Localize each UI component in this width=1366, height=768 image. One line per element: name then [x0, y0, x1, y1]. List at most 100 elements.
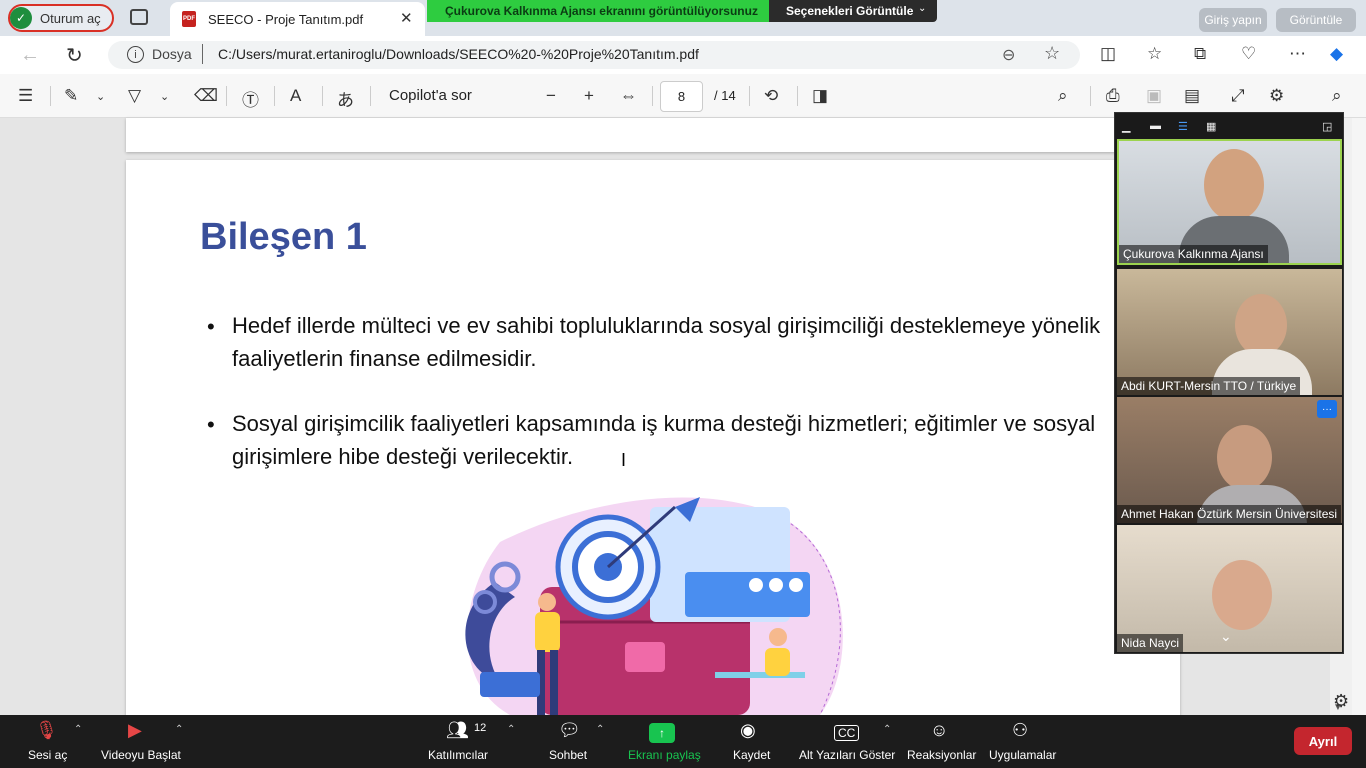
exit-panel-icon[interactable]: ◲: [1322, 120, 1332, 133]
print-icon[interactable]: ⎙: [1106, 86, 1120, 106]
bullet-marker: •: [207, 412, 215, 437]
copilot-icon[interactable]: ◆: [1330, 44, 1343, 64]
page-view-icon[interactable]: ◨: [812, 86, 828, 106]
leave-button[interactable]: Ayrıl: [1294, 727, 1352, 755]
more-options-icon[interactable]: ···: [1317, 400, 1337, 418]
start-video-button[interactable]: Videoyu Başlat: [101, 748, 181, 762]
fit-width-icon[interactable]: ⇔: [620, 86, 637, 106]
participants-button[interactable]: Katılımcılar: [428, 748, 488, 762]
save-icon[interactable]: ▣: [1146, 86, 1162, 106]
collections-icon[interactable]: ⧉: [1194, 44, 1206, 64]
unmute-button[interactable]: Sesi aç: [28, 748, 67, 762]
reload-icon[interactable]: ↻: [66, 43, 83, 68]
chat-icon[interactable]: 💬︎: [558, 720, 581, 741]
bullet-text-1: Hedef illerde mülteci ve ev sahibi toplu…: [232, 313, 1101, 371]
desk: [715, 672, 805, 678]
back-arrow-icon[interactable]: ←: [20, 44, 40, 67]
minimize-icon[interactable]: ▁: [1122, 120, 1130, 133]
divider: [652, 86, 653, 106]
highlight-icon[interactable]: ✎: [64, 86, 78, 106]
thumbnail-icon[interactable]: ▬: [1150, 120, 1161, 132]
dashboard-dot: [749, 578, 763, 592]
divider: [322, 86, 323, 106]
info-icon[interactable]: i: [127, 46, 144, 63]
dashboard-dot: [769, 578, 783, 592]
close-tab-icon[interactable]: ✕: [400, 9, 413, 27]
video-off-icon[interactable]: ▶: [128, 720, 142, 741]
zoom-out-icon[interactable]: −: [546, 86, 556, 106]
person-body: [535, 612, 560, 652]
gallery-view-icon[interactable]: ▦: [1206, 120, 1216, 133]
tab-pdf[interactable]: SEECO - Proje Tanıtım.pdf: [170, 2, 425, 36]
tab-actions-icon[interactable]: [130, 9, 148, 25]
search-icon[interactable]: ⌕: [1058, 86, 1068, 106]
favorite-star-icon[interactable]: ☆: [1044, 43, 1060, 64]
save-as-icon[interactable]: ▤: [1184, 86, 1200, 106]
protocol-label: Dosya: [152, 46, 192, 62]
participants-icon[interactable]: 👥︎: [446, 720, 469, 741]
page-total: / 14: [714, 88, 736, 103]
chevron-down-icon[interactable]: ⌄: [160, 90, 169, 103]
apps-button[interactable]: Uygulamalar: [989, 748, 1056, 762]
apps-icon[interactable]: ⚇: [1012, 720, 1028, 741]
participant-face: [1204, 149, 1264, 221]
split-screen-icon[interactable]: ◫: [1100, 44, 1116, 64]
chevron-up-icon[interactable]: ⌃: [74, 724, 82, 735]
shield-icon[interactable]: ✓: [10, 7, 32, 29]
search-icon[interactable]: ⌕: [1332, 86, 1342, 106]
captions-icon[interactable]: CC: [834, 725, 860, 741]
ask-copilot-button[interactable]: Copilot'a sor: [389, 87, 472, 104]
chevron-up-icon[interactable]: ⌃: [175, 724, 183, 735]
gear-icon[interactable]: ⚙: [1333, 691, 1349, 712]
divider: [370, 86, 371, 106]
divider: [797, 86, 798, 106]
participant-video[interactable]: Abdi KURT-Mersin TTO / Türkiye: [1117, 269, 1342, 395]
settings-icon[interactable]: ⚙: [1269, 86, 1284, 106]
read-aloud-icon[interactable]: A: [290, 86, 301, 106]
translate-icon[interactable]: あ: [337, 86, 354, 111]
more-menu-icon[interactable]: ⋯: [1289, 44, 1306, 64]
url-text[interactable]: C:/Users/murat.ertaniroglu/Downloads/SEE…: [218, 46, 699, 62]
chevron-down-icon[interactable]: ⌄: [918, 3, 926, 14]
chat-button[interactable]: Sohbet: [549, 748, 587, 762]
draw-icon[interactable]: ▽: [128, 86, 141, 106]
browser-essentials-icon[interactable]: ♡: [1241, 44, 1256, 64]
record-icon[interactable]: ◉: [740, 720, 756, 741]
microphone-muted-icon[interactable]: 🎙︎: [35, 720, 58, 741]
participant-video[interactable]: Çukurova Kalkınma Ajansı: [1117, 139, 1342, 265]
divider: [226, 86, 227, 106]
chevron-up-icon[interactable]: ⌃: [507, 724, 515, 735]
share-screen-button[interactable]: Ekranı paylaş: [628, 748, 701, 762]
share-screen-icon[interactable]: ↑: [649, 723, 675, 743]
slide-title: Bileşen 1: [200, 216, 367, 258]
rotate-icon[interactable]: ⟲: [764, 86, 778, 106]
participant-count: 12: [474, 722, 487, 734]
reactions-button[interactable]: Reaksiyonlar: [907, 748, 976, 762]
person-head: [538, 593, 556, 611]
view-options-button[interactable]: Seçenekleri Görüntüle: [769, 0, 937, 22]
participant-face: [1235, 294, 1287, 356]
chevron-up-icon[interactable]: ⌃: [883, 724, 891, 735]
reactions-icon[interactable]: ☺: [930, 720, 948, 741]
eraser-icon[interactable]: ⌫: [194, 86, 218, 106]
signin-button[interactable]: Giriş yapın: [1199, 8, 1267, 32]
participant-video[interactable]: Ahmet Hakan Öztürk Mersin Üniversitesi: [1117, 397, 1342, 523]
speaker-view-icon[interactable]: ☰: [1178, 120, 1188, 133]
chevron-down-icon[interactable]: ⌄: [1220, 628, 1232, 645]
favorites-icon[interactable]: ☆: [1147, 44, 1162, 64]
fullscreen-icon[interactable]: ⤢: [1231, 86, 1245, 106]
sitting-person-head: [769, 628, 787, 646]
captions-button[interactable]: Alt Yazıları Göster: [799, 748, 895, 762]
contents-list-icon[interactable]: ☰: [18, 86, 33, 106]
chevron-up-icon[interactable]: ⌃: [596, 724, 604, 735]
add-text-icon[interactable]: Ⓣ: [242, 86, 259, 111]
zoom-out-icon[interactable]: ⊖: [1002, 45, 1015, 65]
zoom-in-icon[interactable]: +: [584, 86, 594, 106]
tab-label: SEECO - Proje Tanıtım.pdf: [208, 11, 364, 27]
divider: [202, 44, 203, 64]
page-number-input[interactable]: 8: [660, 81, 703, 112]
record-button[interactable]: Kaydet: [733, 748, 770, 762]
view-button[interactable]: Görüntüle: [1276, 8, 1356, 32]
chevron-down-icon[interactable]: ⌄: [96, 90, 105, 103]
previous-page: [126, 118, 1116, 152]
